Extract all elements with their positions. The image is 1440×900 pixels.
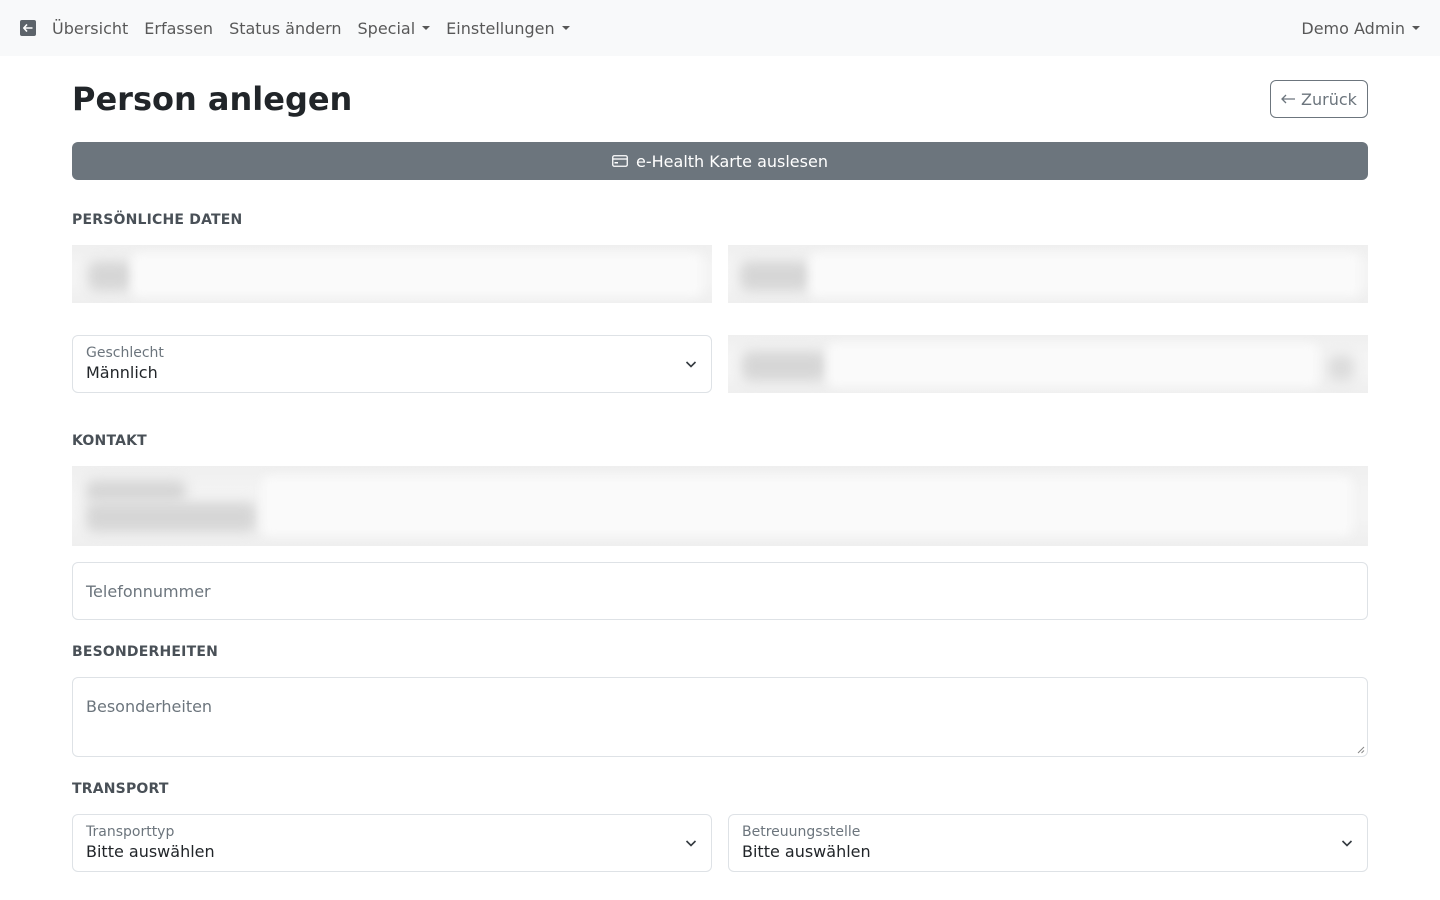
arrow-left-square-icon[interactable] xyxy=(20,20,36,36)
nav-item-uebersicht[interactable]: Übersicht xyxy=(52,19,128,38)
care-point-value: Bitte auswählen xyxy=(742,842,871,861)
notes-placeholder: Besonderheiten xyxy=(86,697,213,716)
back-button-label: Zurück xyxy=(1301,89,1357,109)
phone-input[interactable]: Telefonnummer xyxy=(72,562,1368,620)
caret-down-icon xyxy=(561,26,570,30)
top-navbar: Übersicht Erfassen Status ändern Special… xyxy=(0,0,1440,56)
nav-dropdown-special[interactable]: Special xyxy=(358,19,431,38)
first-name-field-redacted[interactable] xyxy=(72,245,712,303)
notes-textarea[interactable]: Besonderheiten xyxy=(72,677,1368,757)
nav-dropdown-einstellungen-label: Einstellungen xyxy=(446,18,555,38)
care-point-label: Betreuungsstelle xyxy=(742,824,861,840)
arrow-left-icon xyxy=(1281,94,1296,104)
main-content: Person anlegen Zurück e-Health Karte aus… xyxy=(72,56,1368,872)
birthdate-field-redacted[interactable] xyxy=(728,335,1368,393)
chevron-down-icon xyxy=(1341,840,1353,847)
title-row: Person anlegen Zurück xyxy=(72,56,1368,142)
caret-down-icon xyxy=(1412,26,1420,30)
transport-type-value: Bitte auswählen xyxy=(86,842,215,861)
transport-type-select[interactable]: Transporttyp Bitte auswählen xyxy=(72,814,712,872)
caret-down-icon xyxy=(422,26,431,30)
page-title: Person anlegen xyxy=(72,80,353,118)
nav-dropdown-special-label: Special xyxy=(357,18,416,38)
nav-dropdown-einstellungen[interactable]: Einstellungen xyxy=(446,18,570,38)
nav-item-status-aendern[interactable]: Status ändern xyxy=(229,19,341,38)
user-menu[interactable]: Demo Admin xyxy=(1301,19,1420,38)
gender-label: Geschlecht xyxy=(86,345,164,361)
back-button[interactable]: Zurück xyxy=(1270,80,1368,118)
ehealth-button-label: e-Health Karte auslesen xyxy=(636,151,828,171)
chevron-down-icon xyxy=(685,840,697,847)
transport-type-label: Transporttyp xyxy=(86,824,175,840)
user-name: Demo Admin xyxy=(1301,18,1405,38)
address-field-redacted[interactable] xyxy=(72,466,1368,546)
gender-select[interactable]: Geschlecht Männlich xyxy=(72,335,712,393)
phone-placeholder: Telefonnummer xyxy=(86,582,211,601)
nav-item-erfassen[interactable]: Erfassen xyxy=(144,19,213,38)
section-special: BESONDERHEITEN xyxy=(72,644,219,660)
credit-card-icon xyxy=(612,155,628,167)
last-name-field-redacted[interactable] xyxy=(728,245,1368,303)
chevron-down-icon xyxy=(685,361,697,368)
resize-handle-icon[interactable] xyxy=(1356,745,1365,754)
gender-value: Männlich xyxy=(86,363,158,382)
ehealth-read-button[interactable]: e-Health Karte auslesen xyxy=(72,142,1368,180)
section-contact: KONTAKT xyxy=(72,433,147,449)
section-transport: TRANSPORT xyxy=(72,781,169,797)
care-point-select[interactable]: Betreuungsstelle Bitte auswählen xyxy=(728,814,1368,872)
section-personal-data: PERSÖNLICHE DATEN xyxy=(72,212,243,228)
